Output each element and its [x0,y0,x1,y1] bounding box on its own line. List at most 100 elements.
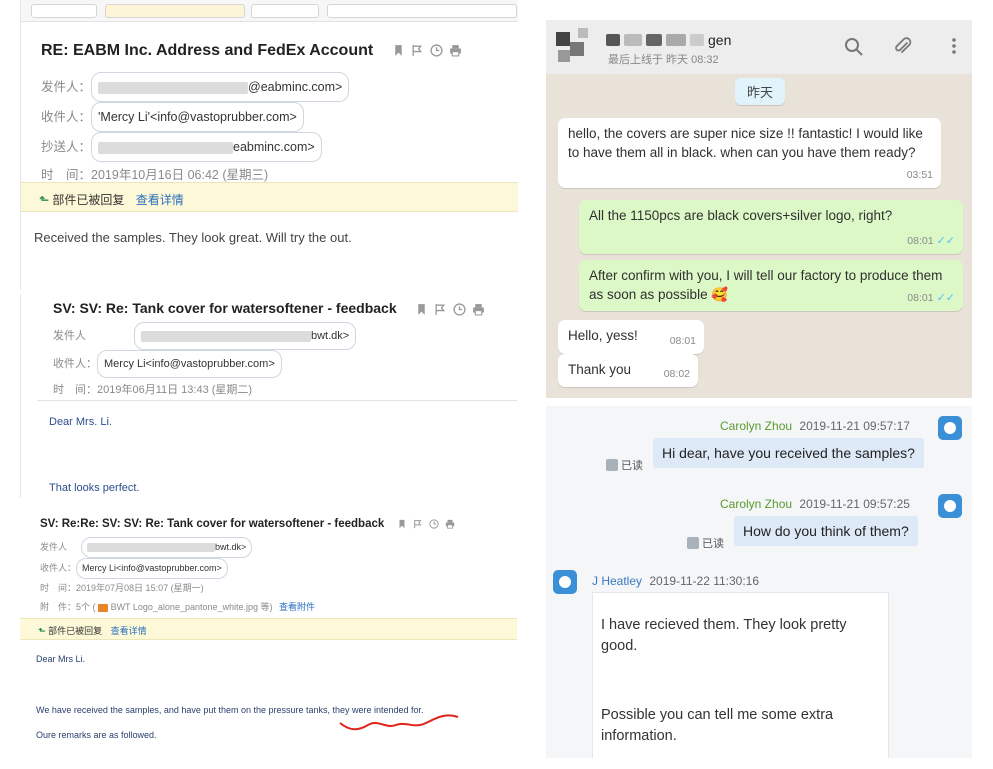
clock-icon[interactable] [429,519,440,529]
print-icon[interactable] [449,44,462,57]
from-address[interactable]: bwt.dk> [81,537,253,558]
redacted-block [646,34,662,46]
email-body: Received the samples. They look great. W… [34,230,352,245]
double-check-icon: ✓✓ [936,292,955,304]
email-subject: SV: SV: Re: Tank cover for watersoftener… [53,300,485,316]
whatsapp-chat: gen 最后上线于 昨天 08:32 昨天 hello, the covers … [546,20,972,398]
from-row: 发件人 bwt.dk> [40,537,315,558]
chat-header: gen 最后上线于 昨天 08:32 [546,20,972,74]
message-header: Carolyn Zhou 2019-11-21 09:57:25 [720,497,910,511]
message-bubble-in[interactable]: hello, the covers are super nice size !!… [558,118,941,188]
to-address[interactable]: Mercy Li<info@vastoprubber.com> [97,350,282,378]
attachment-row: 附 件：5个 ( BWT Logo_alone_pantone_white.jp… [40,602,316,612]
message-header: Carolyn Zhou 2019-11-21 09:57:17 [720,419,910,433]
message-bubble-in[interactable]: I have recieved them. They look pretty g… [592,592,889,758]
message-bubble-out[interactable]: How do you think of them? [734,516,918,546]
reply-arrow-icon: ⬑ [39,193,50,207]
email-greeting: Dear Mrs Li. [36,654,86,664]
email-greeting: Dear Mrs. Li. [49,416,112,428]
image-file-icon [98,603,109,612]
flag-icon[interactable] [411,44,424,57]
flag-icon[interactable] [434,303,447,316]
from-row: 发件人： @eabminc.com> [41,72,350,102]
divider [37,400,517,401]
redacted-block [690,34,704,46]
email-subject: RE: EABM Inc. Address and FedEx Account [41,42,462,60]
read-icon [687,537,699,549]
email-action-icons [392,44,462,57]
replied-bar: ⬑ 部件已被回复 查看详情 [20,618,517,640]
read-status: 已读 [687,535,724,551]
time-row: 时 间：2019年07月08日 15:07 (星期一) [40,583,204,593]
email-action-icons [415,303,485,316]
redacted-block [141,330,311,342]
email-action-icons [397,519,455,529]
redacted-block [624,34,642,46]
email-meta: 发件人 bwt.dk> 收件人： Mercy Li<info@vastoprubbe… [53,322,357,402]
message-bubble-out[interactable]: After confirm with you, I will tell our … [579,260,963,311]
bookmark-icon[interactable] [415,303,428,316]
cc-address[interactable]: eabminc.com> [91,132,322,162]
details-link[interactable]: 查看详情 [111,626,147,636]
to-row: 收件人： 'Mercy Li'<info@vastoprubber.com> [41,102,349,132]
message-bubble-in[interactable]: Thank you 08:02 [558,354,698,387]
flag-icon[interactable] [413,519,423,529]
redacted-block [606,34,620,46]
view-attachments-link[interactable]: 查看附件 [279,602,315,612]
message-header: J Heatley 2019-11-22 11:30:16 [592,574,760,588]
redacted-block [98,81,249,94]
email-panel-3: SV: Re:Re: SV: SV: Re: Tank cover for wa… [20,508,517,758]
cc-row: 抄送人： eabminc.com> [41,132,349,162]
to-row: 收件人： Mercy Li<info@vastoprubber.com> [40,558,315,579]
read-icon [606,459,618,471]
to-address[interactable]: Mercy Li<info@vastoprubber.com> [76,558,228,579]
email-body: That looks perfect. [49,482,140,494]
message-bubble-in[interactable]: Hello, yess! 08:01 [558,320,704,354]
read-status: 已读 [606,457,643,473]
email-meta: 发件人 bwt.dk> 收件人： Mercy Li<info@vastoprubbe… [40,537,315,617]
email-panel-1: RE: EABM Inc. Address and FedEx Account … [20,0,518,290]
double-check-icon: ✓✓ [936,235,955,247]
from-address[interactable]: bwt.dk> [134,322,357,350]
toolbar-tab[interactable] [105,4,245,18]
to-row: 收件人： Mercy Li<info@vastoprubber.com> [53,350,356,378]
bookmark-icon[interactable] [397,519,407,529]
avatar-icon[interactable] [938,494,962,518]
redacted-block [666,34,686,46]
redacted-block [98,141,234,154]
search-icon[interactable] [844,37,864,57]
details-link[interactable]: 查看详情 [136,193,184,207]
last-seen: 最后上线于 昨天 08:32 [608,54,719,66]
from-address[interactable]: @eabminc.com> [91,72,350,102]
trade-chat: Carolyn Zhou 2019-11-21 09:57:17 Hi dear… [546,406,972,758]
date-chip: 昨天 [735,78,786,105]
email-panel-2: SV: SV: Re: Tank cover for watersoftener… [20,294,517,498]
email-subject: SV: Re:Re: SV: SV: Re: Tank cover for wa… [40,518,455,530]
toolbar-tab[interactable] [327,4,517,18]
message-bubble-out[interactable]: Hi dear, have you received the samples? [653,438,924,468]
print-icon[interactable] [472,303,485,316]
email-meta: 发件人： @eabminc.com> 收件人： 'Mercy Li'<info@va… [41,72,350,188]
avatar[interactable] [556,28,594,66]
red-squiggle-annotation [339,714,459,731]
contact-name[interactable]: gen [606,32,731,48]
avatar-icon[interactable] [938,416,962,440]
to-address[interactable]: 'Mercy Li'<info@vastoprubber.com> [91,102,304,132]
toolbar-tab[interactable] [31,4,97,18]
time-row: 时 间：2019年06月11日 13:43 (星期二) [53,384,253,396]
email-body-2: Oure remarks are as followed. [36,730,157,740]
replied-bar: ⬑ 部件已被回复 查看详情 [21,182,518,212]
menu-icon[interactable] [946,36,962,56]
toolbar-tab[interactable] [251,4,319,18]
print-icon[interactable] [445,519,455,529]
paperclip-icon[interactable] [893,37,913,57]
reply-arrow-icon: ⬑ [38,626,46,636]
bookmark-icon[interactable] [392,44,405,57]
smiling-face-emoji: 🥰 [711,287,729,302]
clock-icon[interactable] [452,303,466,316]
clock-icon[interactable] [430,44,443,57]
toolbar-tabs [21,0,518,22]
message-bubble-out[interactable]: All the 1150pcs are black covers+silver … [579,200,963,254]
redacted-block [87,543,216,553]
avatar-icon[interactable] [553,570,577,594]
